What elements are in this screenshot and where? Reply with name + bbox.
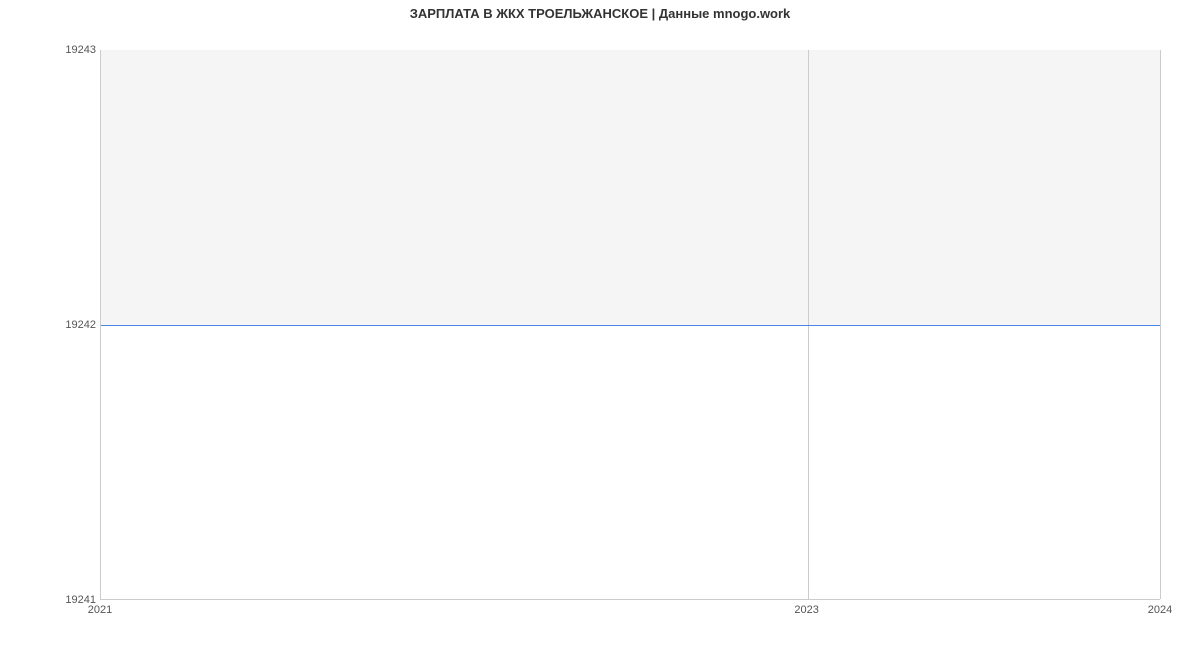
y-tick-19242: 19242	[6, 319, 96, 331]
y-tick-19243: 19243	[6, 44, 96, 56]
x-tick-2021: 2021	[88, 604, 112, 616]
plot-area	[100, 50, 1160, 600]
gridline-2024	[1160, 50, 1161, 599]
x-tick-2023: 2023	[794, 604, 818, 616]
chart-title: ЗАРПЛАТА В ЖКХ ТРОЕЛЬЖАНСКОЕ | Данные mn…	[0, 6, 1200, 21]
x-tick-2024: 2024	[1148, 604, 1172, 616]
salary-line	[101, 325, 1160, 326]
y-tick-19241: 19241	[6, 594, 96, 606]
shaded-band	[101, 50, 1160, 325]
salary-line-chart: ЗАРПЛАТА В ЖКХ ТРОЕЛЬЖАНСКОЕ | Данные mn…	[0, 0, 1200, 650]
